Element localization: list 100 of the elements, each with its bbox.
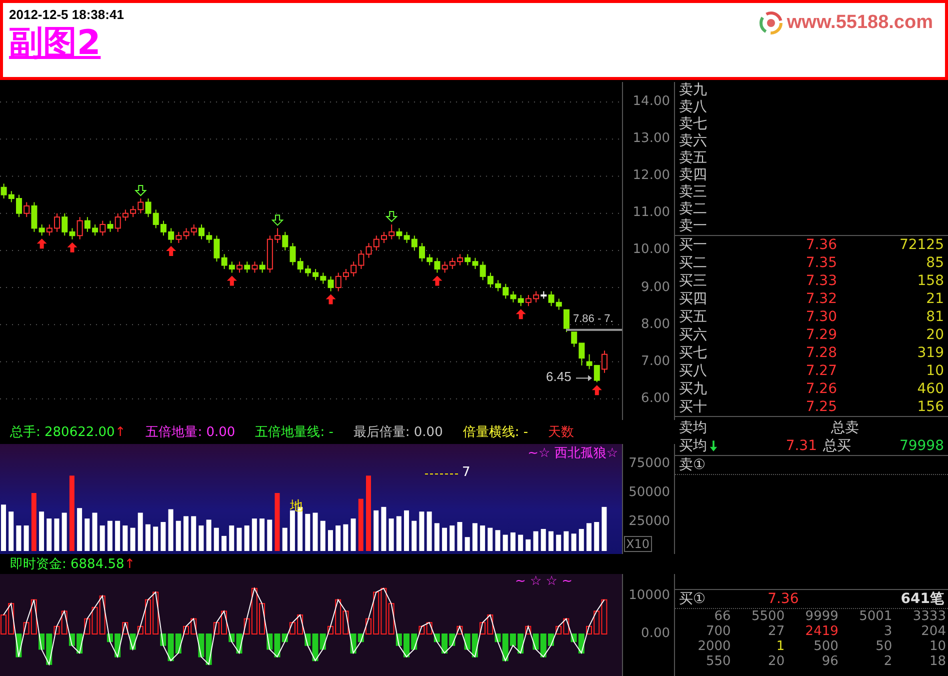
indicator-reading: 天数 <box>548 424 574 441</box>
volume-mark: 地 <box>290 500 303 514</box>
queue-order-size: 5500 <box>750 609 785 624</box>
ask-queue-label: 卖① <box>675 456 948 475</box>
indicator-reading: 五倍地量: 0.00 <box>146 424 236 441</box>
buy-average-price: 7.31 <box>784 438 817 454</box>
bid-price: 7.30 <box>804 309 837 325</box>
price-axis-label: 14.00 <box>632 94 670 110</box>
bid-level-label: 买六 <box>679 326 707 344</box>
site-url: www.55188.com <box>786 12 933 34</box>
bid-price: 7.26 <box>804 381 837 397</box>
queue-order-size: 10 <box>928 639 946 654</box>
bid-price: 7.36 <box>804 237 837 253</box>
queue-order-size: 1 <box>775 639 785 654</box>
ask-level-label: 卖五 <box>679 150 708 167</box>
low-price-label: 6.45 <box>546 370 572 384</box>
volume-mark: 7 <box>462 466 470 480</box>
bid-price: 7.32 <box>804 291 837 307</box>
bid-price: 7.33 <box>804 273 837 289</box>
price-axis-label: 6.00 <box>641 390 670 407</box>
bid-price: 7.27 <box>804 363 837 379</box>
bid-level-label: 买十 <box>679 398 707 416</box>
bid-volume: 21 <box>925 291 944 307</box>
queue-order-size: 96 <box>820 654 838 669</box>
bid-level-label: 买三 <box>679 272 707 290</box>
bid-volume: 156 <box>916 399 944 415</box>
total-sell-label: 总卖 <box>831 419 859 437</box>
queue-order-size: 700 <box>704 624 731 639</box>
bid-volume: 158 <box>916 273 944 289</box>
indicator-reading: 五倍地量线: - <box>255 424 334 441</box>
queue-order-size: 2 <box>882 654 892 669</box>
price-axis-label: 8.00 <box>641 316 670 333</box>
queue-order-size: 50 <box>874 639 892 654</box>
queue-order-size: 2419 <box>804 624 838 639</box>
ask-level-label: 卖九 <box>679 82 708 99</box>
queue-order-size: 3 <box>882 624 892 639</box>
queue-order-size: 550 <box>704 654 731 669</box>
ask-level-label: 卖二 <box>679 201 708 218</box>
queue-order-size: 18 <box>928 654 946 669</box>
ask-level-label: 卖六 <box>679 133 708 150</box>
bid-level-label: 买四 <box>679 290 707 308</box>
sell-average-label: 卖均 <box>679 419 707 437</box>
price-axis-label: 13.00 <box>632 131 670 148</box>
price-axis-label: 11.00 <box>632 205 670 222</box>
indicator-reading: 最后倍量: 0.00 <box>353 424 443 441</box>
bid-price: 7.28 <box>804 345 837 361</box>
indicator-caption: ~☆ 西北孤狼☆ <box>528 445 618 462</box>
bid-level-label: 买一 <box>679 236 707 254</box>
bid-price: 7.29 <box>804 327 837 343</box>
queue-order-size: 204 <box>920 624 946 639</box>
high-price-label: 7.86 - 7. <box>573 312 614 326</box>
queue-order-size: 3333 <box>912 609 946 624</box>
bid-level-label: 买九 <box>679 380 707 398</box>
indicator-reading: 总手: 280622.00↑ <box>10 424 126 441</box>
queue-order-size: 2000 <box>696 639 731 654</box>
scale-label: X10 <box>624 536 652 552</box>
bid-volume: 20 <box>925 327 944 343</box>
queue-order-size: 20 <box>767 654 785 669</box>
volume-axis-label: 50000 <box>628 484 670 501</box>
bid-level-label: 买八 <box>679 362 707 380</box>
ask-level-label: 卖四 <box>679 167 708 184</box>
bid-queue-count: 641笔 <box>900 590 944 608</box>
fund-axis-label: 10000 <box>628 588 670 604</box>
price-axis-label: 10.00 <box>632 242 670 258</box>
bid-level-label: 买二 <box>679 254 707 272</box>
indicator-reading: 即时资金: 6884.58↑ <box>10 556 136 573</box>
bid-volume: 319 <box>916 345 944 361</box>
chart-title-link[interactable]: 副图2 <box>9 22 124 64</box>
bid-volume: 85 <box>925 255 944 271</box>
queue-order-size: 66 <box>713 609 731 624</box>
volume-axis-label: 75000 <box>628 456 670 472</box>
queue-order-size: 500 <box>812 639 838 654</box>
ask-level-label: 卖一 <box>679 218 708 235</box>
bid-level-label: 买五 <box>679 308 707 326</box>
bid-volume: 72125 <box>898 237 944 253</box>
indicator-caption: ~ ☆ ☆ ~ <box>515 574 572 589</box>
bid-queue-price: 7.36 <box>768 591 799 607</box>
price-axis-label: 12.00 <box>632 168 670 184</box>
fund-axis-label: 0.00 <box>641 626 670 642</box>
total-buy-volume: 79998 <box>898 438 944 454</box>
volume-axis-label: 25000 <box>628 514 670 530</box>
bid-volume: 460 <box>916 381 944 397</box>
ask-level-label: 卖七 <box>679 116 708 133</box>
queue-order-size: 27 <box>767 624 785 639</box>
price-axis-label: 7.00 <box>641 354 670 370</box>
indicator-reading: 倍量横线: - <box>462 424 528 441</box>
bid-volume: 10 <box>925 363 944 379</box>
bid-price: 7.35 <box>804 255 837 271</box>
ask-level-label: 卖八 <box>679 99 708 116</box>
bid-volume: 81 <box>925 309 944 325</box>
bid-queue-label: 买① <box>679 590 706 608</box>
queue-order-size: 5001 <box>858 609 892 624</box>
bid-level-label: 买七 <box>679 344 707 362</box>
price-axis-label: 9.00 <box>641 280 670 296</box>
buy-average-label: 买均 <box>679 437 707 455</box>
bid-price: 7.25 <box>804 399 837 415</box>
queue-order-size: 9999 <box>804 609 838 624</box>
ask-level-label: 卖三 <box>679 184 708 201</box>
total-buy-label: 总买 <box>823 437 851 455</box>
timestamp: 2012-12-5 18:38:41 <box>9 7 124 22</box>
